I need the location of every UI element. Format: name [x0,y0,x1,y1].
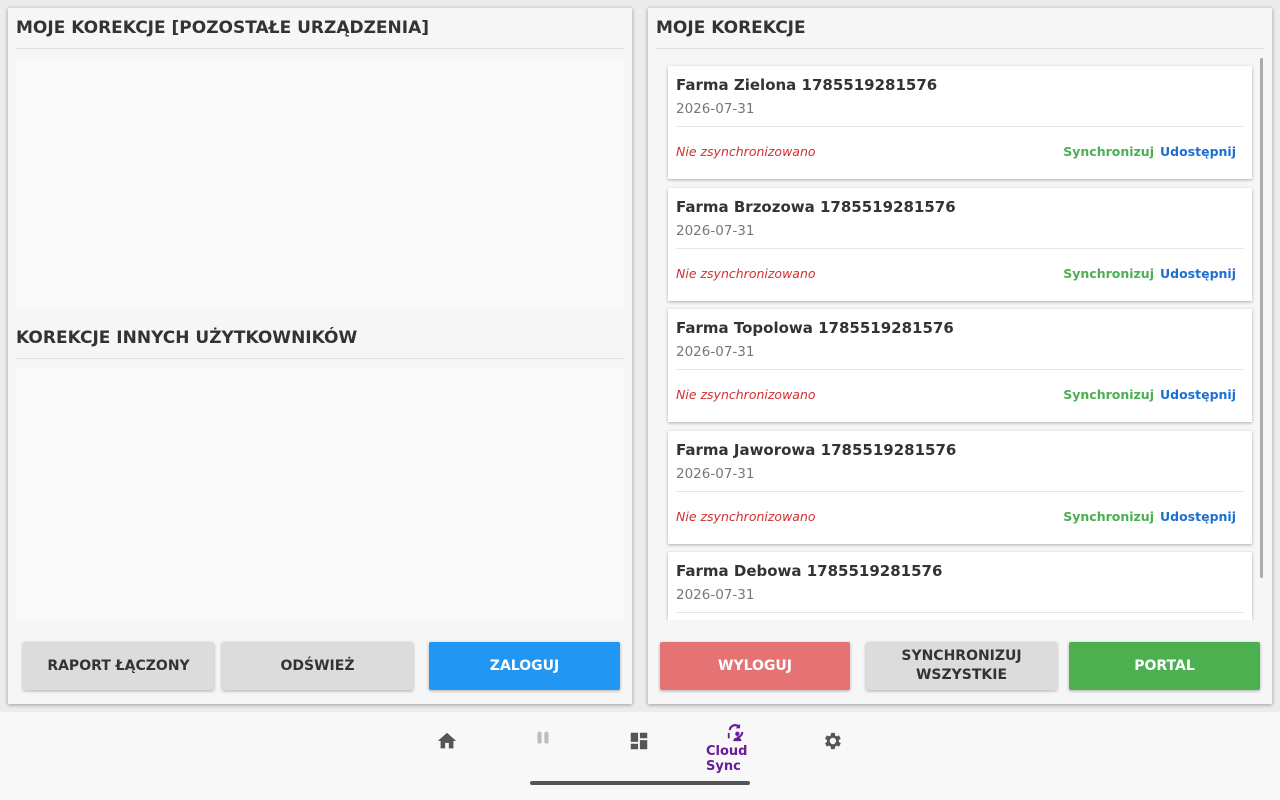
section-title-my-corrections: MOJE KOREKCJE [656,8,1264,49]
share-link[interactable]: Udostępnij [1160,387,1236,402]
bottom-navigation: Cloud Sync [0,712,1280,800]
card-divider [676,248,1244,249]
pause-icon [537,731,549,744]
correction-card[interactable]: Farma Debowa 1785519281576 2026-07-31 [668,552,1252,620]
corrections-list[interactable]: Farma Zielona 1785519281576 2026-07-31 N… [664,62,1256,620]
combined-report-button[interactable]: RAPORT ŁĄCZONY [23,642,214,690]
other-users-corrections-list [16,368,624,620]
logout-button-label: WYLOGUJ [718,657,792,674]
sync-all-button[interactable]: SYNCHRONIZUJ WSZYSTKIE [866,642,1057,690]
gear-icon [825,732,841,750]
my-corrections-other-devices-list [16,58,624,310]
section-title-my-corrections-other-devices: MOJE KOREKCJE [POZOSTAŁE URZĄDZENIA] [16,8,624,49]
nav-home[interactable] [417,728,477,774]
home-indicator[interactable] [530,781,750,785]
synchronize-link[interactable]: Synchronizuj [1063,266,1154,281]
refresh-button[interactable]: ODŚWIEŻ [222,642,413,690]
card-date: 2026-07-31 [676,344,755,360]
card-divider [676,491,1244,492]
share-link[interactable]: Udostępnij [1160,144,1236,159]
nav-pause[interactable] [513,728,573,774]
nav-cloud-sync[interactable]: Cloud Sync [706,723,766,774]
list-scrollbar[interactable] [1260,58,1263,578]
sync-all-label-line2: WSZYSTKIE [915,667,1008,683]
card-title: Farma Brzozowa 1785519281576 [676,198,956,216]
nav-dashboard[interactable] [609,728,669,774]
card-title: Farma Debowa 1785519281576 [676,562,943,580]
nav-settings[interactable] [802,728,862,774]
card-date: 2026-07-31 [676,587,755,603]
portal-button[interactable]: PORTAL [1069,642,1260,690]
card-divider [676,612,1244,613]
card-divider [676,126,1244,127]
share-link[interactable]: Udostępnij [1160,266,1236,281]
sync-status: Nie zsynchronizowano [676,387,816,402]
correction-card[interactable]: Farma Topolowa 1785519281576 2026-07-31 … [668,309,1252,422]
section-title-other-users-corrections: KOREKCJE INNYCH UŻYTKOWNIKÓW [16,318,624,359]
card-date: 2026-07-31 [676,223,755,239]
right-panel: MOJE KOREKCJE Farma Zielona 178551928157… [648,8,1272,704]
card-title: Farma Zielona 1785519281576 [676,76,938,94]
correction-card[interactable]: Farma Jaworowa 1785519281576 2026-07-31 … [668,431,1252,544]
card-title: Farma Topolowa 1785519281576 [676,319,954,337]
portal-button-label: PORTAL [1134,657,1195,674]
home-icon [437,732,457,749]
correction-card[interactable]: Farma Zielona 1785519281576 2026-07-31 N… [668,66,1252,179]
login-button[interactable]: ZALOGUJ [429,642,620,690]
correction-card[interactable]: Farma Brzozowa 1785519281576 2026-07-31 … [668,188,1252,301]
card-date: 2026-07-31 [676,466,755,482]
card-title: Farma Jaworowa 1785519281576 [676,441,957,459]
nav-cloud-sync-label: Cloud Sync [706,744,748,774]
cloud-sync-icon [727,723,744,742]
logout-button[interactable]: WYLOGUJ [660,642,850,690]
share-link[interactable]: Udostępnij [1160,509,1236,524]
synchronize-link[interactable]: Synchronizuj [1063,144,1154,159]
sync-all-label-line1: SYNCHRONIZUJ [901,648,1022,664]
left-panel: MOJE KOREKCJE [POZOSTAŁE URZĄDZENIA] KOR… [8,8,632,704]
sync-status: Nie zsynchronizowano [676,266,816,281]
sync-status: Nie zsynchronizowano [676,144,816,159]
sync-status: Nie zsynchronizowano [676,509,816,524]
card-divider [676,369,1244,370]
dashboard-icon [630,732,648,750]
card-date: 2026-07-31 [676,101,755,117]
synchronize-link[interactable]: Synchronizuj [1063,387,1154,402]
synchronize-link[interactable]: Synchronizuj [1063,509,1154,524]
